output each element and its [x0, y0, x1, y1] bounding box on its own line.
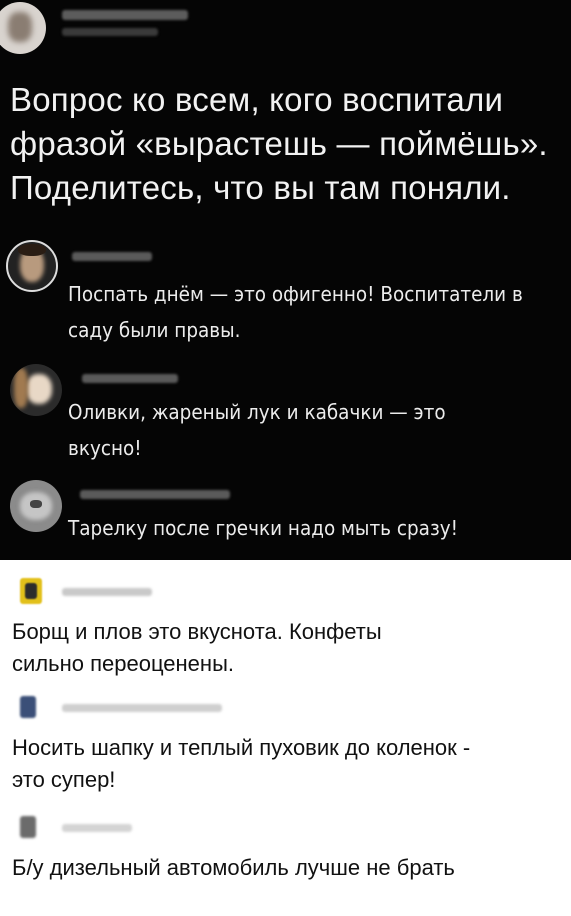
comment-author-name-blurred [62, 824, 132, 832]
post-author-avatar[interactable] [0, 2, 46, 54]
comment-text: Б/у дизельный автомобиль лучше не брать [12, 855, 455, 880]
comment-avatar[interactable] [6, 240, 58, 292]
comment-author-name-blurred [62, 704, 222, 712]
comment-author-name-blurred [80, 490, 230, 499]
comment-author-name-blurred [82, 374, 178, 383]
comment-text: Носить шапку и теплый пуховик до коленок… [12, 735, 471, 792]
comment-text: Борщ и плов это вкуснота. Конфеты сильно… [12, 619, 382, 676]
post-author-name-blurred [62, 10, 188, 20]
comment-author-name-blurred [72, 252, 152, 261]
comment-text: Поспать днём — это офигенно! Воспитатели… [68, 282, 523, 342]
post-meta-blurred [62, 28, 158, 36]
comment-avatar[interactable] [10, 480, 62, 532]
comment-text: Тарелку после гречки надо мыть сразу! [68, 516, 458, 540]
dark-screenshot-panel: Вопрос ко всем, кого воспитали фразой «в… [0, 0, 571, 560]
light-screenshot-panel: Борщ и плов это вкуснота. Конфеты сильно… [0, 560, 571, 916]
comment-avatar[interactable] [20, 578, 42, 604]
post-text: Вопрос ко всем, кого воспитали фразой «в… [10, 81, 548, 206]
comment-avatar[interactable] [20, 696, 36, 718]
comment-text: Оливки, жареный лук и кабачки — это вкус… [68, 400, 446, 460]
comment-avatar[interactable] [10, 364, 62, 416]
comment-author-name-blurred [62, 588, 152, 596]
comment-avatar[interactable] [20, 816, 36, 838]
